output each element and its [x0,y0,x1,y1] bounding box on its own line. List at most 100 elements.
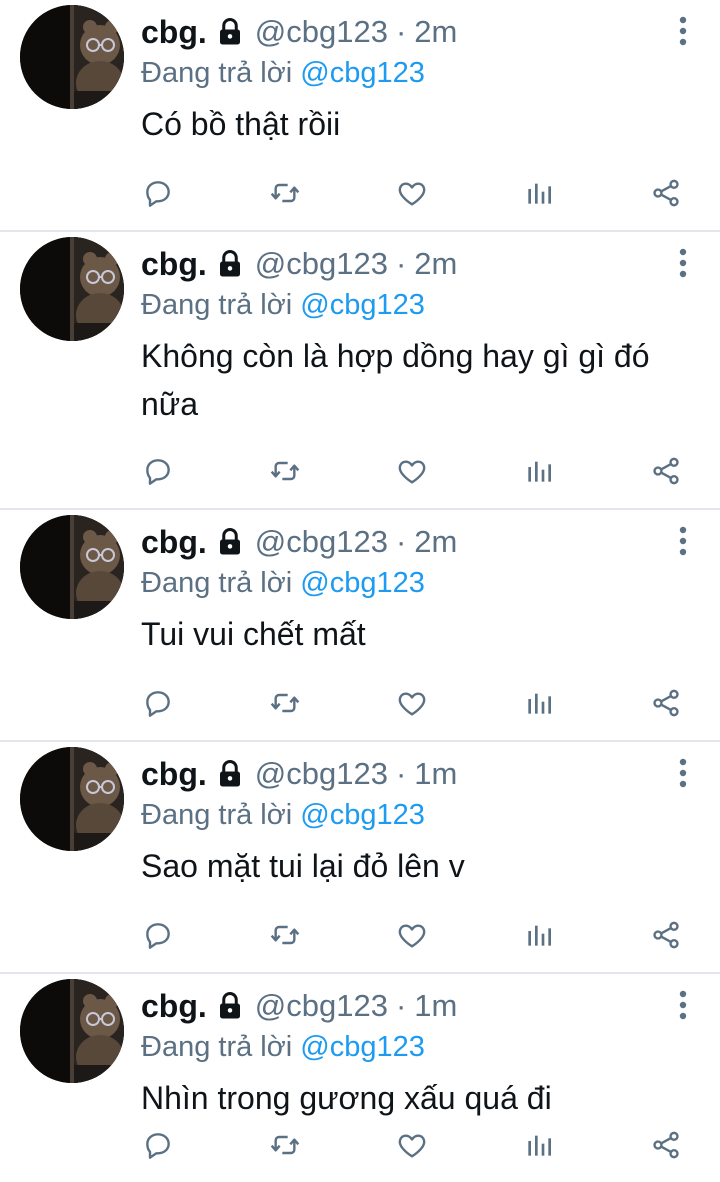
share-icon[interactable] [648,685,684,721]
handle[interactable]: @cbg123 [255,246,388,282]
reply-mention[interactable]: @cbg123 [300,57,425,89]
lock-icon [215,991,245,1021]
handle[interactable]: @cbg123 [255,988,388,1024]
tweet[interactable]: cbg. @cbg123 · 2m Đang trả lời @cbg123 C… [0,0,720,232]
tweet-actions [140,683,684,723]
reply-icon[interactable] [140,685,176,721]
separator: · [395,756,407,791]
reply-icon[interactable] [140,453,176,489]
tweet-actions [140,915,684,955]
tweet-content: cbg. @cbg123 · 2m Đang trả lời @cbg123 T… [141,520,670,658]
retweet-icon[interactable] [267,453,303,489]
reply-icon[interactable] [140,1127,176,1163]
lock-icon [215,527,245,557]
timestamp[interactable]: 2m [414,246,457,282]
timestamp[interactable]: 1m [414,988,457,1024]
avatar[interactable] [20,747,124,851]
more-icon[interactable] [676,990,690,1020]
like-icon[interactable] [394,1127,430,1163]
tweet-header: cbg. @cbg123 · 1m [141,752,670,796]
tweet-actions [140,451,684,491]
more-icon[interactable] [676,758,690,788]
reply-prefix: Đang trả lời [141,289,293,321]
like-icon[interactable] [394,175,430,211]
reply-prefix: Đang trả lời [141,1031,293,1063]
separator: · [395,524,407,559]
avatar[interactable] [20,237,124,341]
tweet[interactable]: cbg. @cbg123 · 1m Đang trả lời @cbg123 S… [0,742,720,974]
timestamp[interactable]: 1m [414,756,457,792]
tweet-header: cbg. @cbg123 · 2m [141,10,670,54]
like-icon[interactable] [394,685,430,721]
tweet-actions [140,173,684,213]
more-icon[interactable] [676,526,690,556]
tweet-text: Không còn là hợp dồng hay gì gì đó nữa [141,338,650,422]
reply-icon[interactable] [140,175,176,211]
share-icon[interactable] [648,453,684,489]
analytics-icon[interactable] [521,453,557,489]
retweet-icon[interactable] [267,175,303,211]
share-icon[interactable] [648,917,684,953]
tweet[interactable]: cbg. @cbg123 · 2m Đang trả lời @cbg123 T… [0,510,720,742]
tweet-actions [140,1125,684,1165]
analytics-icon[interactable] [521,1127,557,1163]
tweet-thread: cbg. @cbg123 · 2m Đang trả lời @cbg123 C… [0,0,720,1182]
reply-prefix: Đang trả lời [141,567,293,599]
lock-icon [215,249,245,279]
reply-context: Đang trả lời @cbg123 [141,796,670,834]
display-name[interactable]: cbg. [141,14,207,51]
tweet-text: Tui vui chết mất [141,616,366,652]
handle[interactable]: @cbg123 [255,14,388,50]
retweet-icon[interactable] [267,685,303,721]
avatar[interactable] [20,5,124,109]
like-icon[interactable] [394,917,430,953]
avatar[interactable] [20,979,124,1083]
analytics-icon[interactable] [521,685,557,721]
tweet-header: cbg. @cbg123 · 2m [141,520,670,564]
tweet[interactable]: cbg. @cbg123 · 2m Đang trả lời @cbg123 K… [0,232,720,510]
handle[interactable]: @cbg123 [255,756,388,792]
reply-context: Đang trả lời @cbg123 [141,54,670,92]
analytics-icon[interactable] [521,917,557,953]
reply-context: Đang trả lời @cbg123 [141,564,670,602]
tweet-header: cbg. @cbg123 · 1m [141,984,670,1028]
reply-icon[interactable] [140,917,176,953]
reply-context: Đang trả lời @cbg123 [141,286,670,324]
like-icon[interactable] [394,453,430,489]
separator: · [395,14,407,49]
lock-icon [215,759,245,789]
separator: · [395,988,407,1023]
reply-mention[interactable]: @cbg123 [300,799,425,831]
tweet-content: cbg. @cbg123 · 2m Đang trả lời @cbg123 C… [141,10,670,148]
display-name[interactable]: cbg. [141,988,207,1025]
reply-prefix: Đang trả lời [141,57,293,89]
reply-mention[interactable]: @cbg123 [300,1031,425,1063]
analytics-icon[interactable] [521,175,557,211]
timestamp[interactable]: 2m [414,524,457,560]
share-icon[interactable] [648,175,684,211]
display-name[interactable]: cbg. [141,756,207,793]
timestamp[interactable]: 2m [414,14,457,50]
reply-context: Đang trả lời @cbg123 [141,1028,670,1066]
tweet[interactable]: cbg. @cbg123 · 1m Đang trả lời @cbg123 N… [0,974,720,1182]
tweet-header: cbg. @cbg123 · 2m [141,242,670,286]
tweet-text: Có bồ thật rồii [141,106,341,142]
display-name[interactable]: cbg. [141,246,207,283]
share-icon[interactable] [648,1127,684,1163]
retweet-icon[interactable] [267,917,303,953]
reply-mention[interactable]: @cbg123 [300,567,425,599]
tweet-text: Sao mặt tui lại đỏ lên v [141,848,465,884]
more-icon[interactable] [676,16,690,46]
reply-mention[interactable]: @cbg123 [300,289,425,321]
tweet-text: Nhìn trong gương xấu quá đi [141,1080,552,1116]
display-name[interactable]: cbg. [141,524,207,561]
separator: · [395,246,407,281]
retweet-icon[interactable] [267,1127,303,1163]
more-icon[interactable] [676,248,690,278]
lock-icon [215,17,245,47]
avatar[interactable] [20,515,124,619]
tweet-content: cbg. @cbg123 · 1m Đang trả lời @cbg123 S… [141,752,670,890]
handle[interactable]: @cbg123 [255,524,388,560]
reply-prefix: Đang trả lời [141,799,293,831]
tweet-content: cbg. @cbg123 · 1m Đang trả lời @cbg123 N… [141,984,670,1122]
